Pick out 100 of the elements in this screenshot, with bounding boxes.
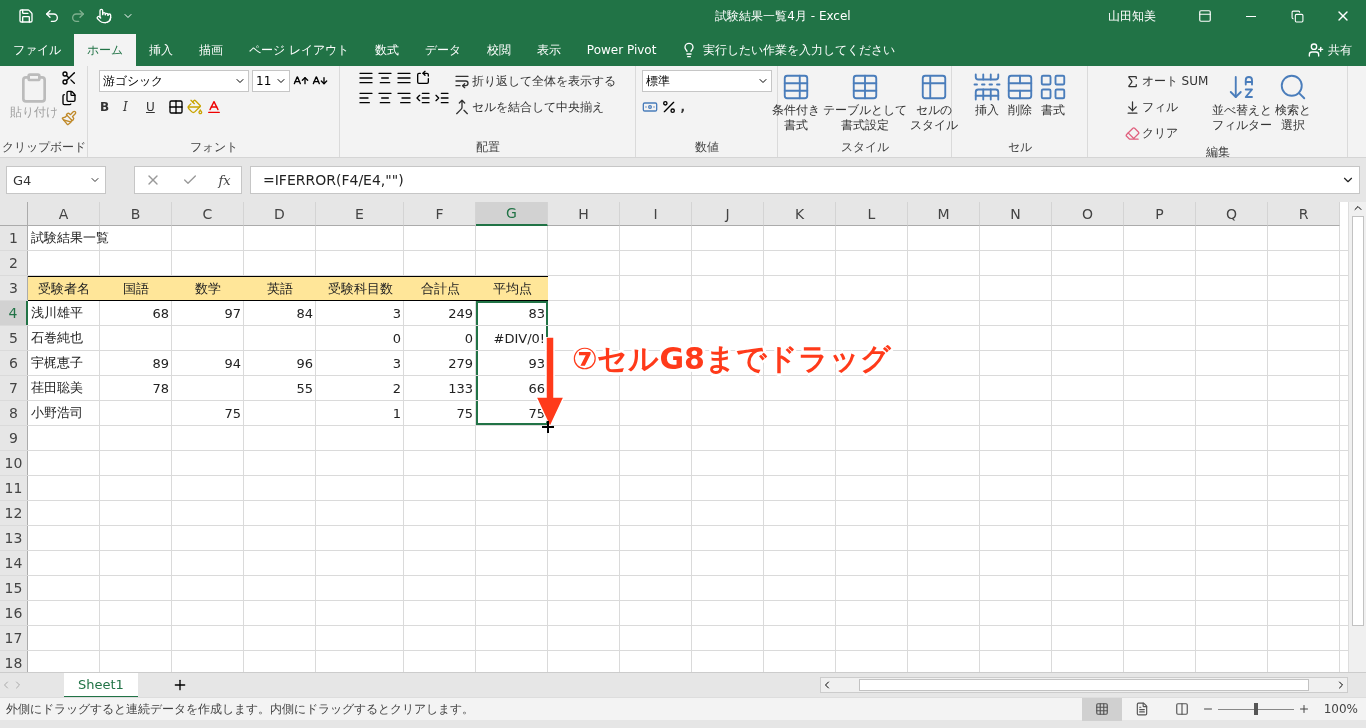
- zoom-thumb[interactable]: [1253, 703, 1258, 715]
- scrollbar-thumb[interactable]: [1351, 216, 1364, 626]
- column-header[interactable]: O: [1052, 202, 1124, 226]
- column-header[interactable]: R: [1268, 202, 1340, 226]
- column-header[interactable]: K: [764, 202, 836, 226]
- align-center-icon[interactable]: [377, 90, 393, 106]
- row-header[interactable]: 1: [0, 226, 28, 250]
- row-header[interactable]: 11: [0, 476, 28, 500]
- font-color-icon[interactable]: [206, 99, 222, 115]
- save-icon[interactable]: [18, 8, 34, 24]
- window-title: 試験結果一覧4月 - Excel: [714, 7, 852, 25]
- column-header[interactable]: J: [692, 202, 764, 226]
- column-header[interactable]: B: [100, 202, 172, 226]
- column-header[interactable]: G: [476, 202, 548, 226]
- row-header[interactable]: 7: [0, 376, 28, 400]
- name-box[interactable]: G4: [6, 166, 106, 194]
- indent-decrease-icon[interactable]: [415, 90, 431, 106]
- ribbon-tab[interactable]: 描画: [186, 34, 236, 66]
- ribbon-button[interactable]: 削除: [1004, 70, 1035, 139]
- align-right-icon[interactable]: [396, 90, 412, 106]
- ribbon-button[interactable]: 条件付き 書式: [771, 70, 820, 139]
- row-header[interactable]: 10: [0, 451, 28, 475]
- align-top-icon[interactable]: [358, 70, 374, 86]
- ribbon-tab[interactable]: データ: [411, 34, 474, 66]
- row-header[interactable]: 18: [0, 651, 28, 672]
- share-button[interactable]: 共有: [1302, 34, 1358, 66]
- row-header[interactable]: 6: [0, 351, 28, 375]
- row-header[interactable]: 2: [0, 251, 28, 275]
- ribbon-tab[interactable]: ページ レイアウト: [236, 34, 362, 66]
- row-header[interactable]: 15: [0, 576, 28, 600]
- column-header[interactable]: C: [172, 202, 244, 226]
- copy-icon[interactable]: [61, 90, 77, 106]
- insert-function-button[interactable]: fx: [218, 172, 231, 188]
- ribbon-button[interactable]: オート SUM: [1123, 70, 1210, 92]
- zoom-in-icon[interactable]: [1297, 703, 1310, 715]
- tell-me-field[interactable]: 実行したい作業を入力してください: [703, 41, 896, 59]
- ribbon-tab[interactable]: Power Pivot: [573, 34, 670, 66]
- currency-icon[interactable]: [641, 99, 658, 115]
- row-header[interactable]: 12: [0, 501, 28, 525]
- touch-mode-icon[interactable]: [96, 8, 112, 24]
- indent-increase-icon[interactable]: [434, 90, 450, 106]
- fill-color-icon[interactable]: [187, 99, 203, 115]
- column-header[interactable]: A: [28, 202, 100, 226]
- ribbon-button[interactable]: テーブルとして 書式設定: [822, 70, 907, 139]
- formula-field[interactable]: =IFERROR(F4/E4,""): [250, 166, 1360, 194]
- ribbon-tab[interactable]: 表示: [523, 34, 574, 66]
- row-header[interactable]: 8: [0, 401, 28, 425]
- column-header[interactable]: M: [908, 202, 980, 226]
- font-style-button[interactable]: B: [99, 96, 119, 118]
- merge-center-button[interactable]: セルを結合して中央揃え: [453, 96, 617, 118]
- sheet-tab[interactable]: Sheet1: [64, 672, 138, 698]
- border-icon[interactable]: [168, 99, 184, 115]
- column-header[interactable]: N: [980, 202, 1052, 226]
- row-header[interactable]: 3: [0, 276, 28, 300]
- ribbon-tab[interactable]: ファイル: [0, 34, 74, 66]
- row-header[interactable]: 5: [0, 326, 28, 350]
- row-header[interactable]: 9: [0, 426, 28, 450]
- font-style-button[interactable]: U: [145, 96, 165, 118]
- undo-icon[interactable]: [44, 8, 60, 24]
- ribbon-button[interactable]: 並べ替えと フィルター: [1212, 70, 1273, 144]
- column-header[interactable]: Q: [1196, 202, 1268, 226]
- column-header[interactable]: I: [620, 202, 692, 226]
- cut-icon[interactable]: [61, 70, 77, 86]
- ribbon-button[interactable]: 書式: [1037, 70, 1068, 139]
- ribbon-tab[interactable]: 校閲: [473, 34, 524, 66]
- column-header[interactable]: L: [836, 202, 908, 226]
- ribbon-button[interactable]: セルの スタイル: [909, 70, 958, 139]
- ribbon-button[interactable]: クリア: [1123, 122, 1210, 144]
- row-header[interactable]: 14: [0, 551, 28, 575]
- group-label: セル: [1007, 139, 1032, 156]
- ribbon-button[interactable]: 挿入: [971, 70, 1002, 139]
- row-header[interactable]: 4: [0, 301, 28, 325]
- font-style-button[interactable]: I: [122, 96, 142, 118]
- ribbon-tab[interactable]: ホーム: [74, 34, 136, 66]
- font-size-field[interactable]: 11: [252, 70, 290, 92]
- column-header[interactable]: F: [404, 202, 476, 226]
- align-middle-icon[interactable]: [377, 70, 393, 86]
- normal-view-button[interactable]: [1081, 697, 1122, 721]
- column-header[interactable]: D: [244, 202, 316, 226]
- comma-style-button[interactable]: ,: [679, 96, 700, 118]
- ribbon-button[interactable]: 検索と 選択: [1275, 70, 1312, 144]
- number-format-field[interactable]: 標準: [641, 70, 772, 92]
- row-header[interactable]: 13: [0, 526, 28, 550]
- column-header[interactable]: E: [316, 202, 404, 226]
- percent-icon[interactable]: [660, 99, 677, 115]
- orientation-icon[interactable]: [415, 70, 431, 86]
- column-header[interactable]: H: [548, 202, 620, 226]
- font-name-field[interactable]: 游ゴシック: [99, 70, 249, 92]
- scrollbar-thumb[interactable]: [859, 679, 1309, 691]
- insert-cells-icon: [971, 72, 1002, 102]
- align-left-icon[interactable]: [358, 90, 374, 106]
- row-header[interactable]: 17: [0, 626, 28, 650]
- ribbon-button[interactable]: フィル: [1123, 96, 1210, 118]
- wrap-text-button[interactable]: 折り返して全体を表示する: [453, 70, 617, 92]
- ribbon-tab[interactable]: 数式: [361, 34, 412, 66]
- ribbon-tab[interactable]: 挿入: [136, 34, 186, 66]
- row-header[interactable]: 16: [0, 601, 28, 625]
- table-cell: 合計点: [404, 276, 476, 301]
- column-header[interactable]: P: [1124, 202, 1196, 226]
- align-bottom-icon[interactable]: [396, 70, 412, 86]
